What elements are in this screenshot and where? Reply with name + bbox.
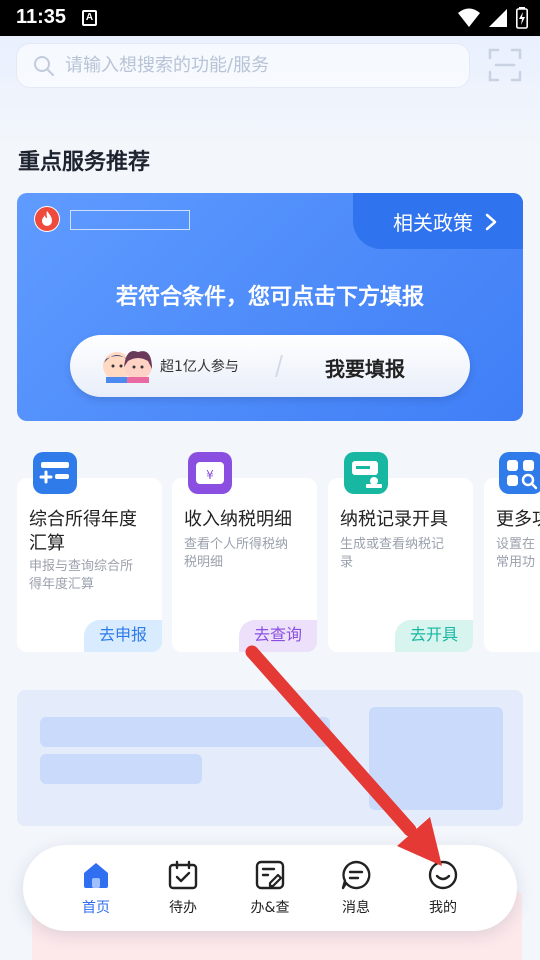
service-desc: 设置在 常用功 [496,537,536,570]
service-card-record[interactable]: 纳税记录开具 生成或查看纳税记录 去开具 [328,478,473,652]
status-bar: 11:35 A [0,0,540,36]
battery-icon [516,7,528,29]
service-title: 综合所得年度 汇算 [29,509,137,554]
edit-doc-icon [255,860,285,890]
pill-divider [275,355,283,377]
participants-text: 超1亿人参与 [160,359,239,375]
fill-report-button[interactable]: 超1亿人参与 我要填报 [70,335,470,397]
service-desc: 生成或查看纳税记录 [340,537,445,570]
nav-mine[interactable]: 我的 [408,859,478,919]
placeholder-bar [40,717,330,747]
chevron-right-icon [485,213,497,230]
nav-label: 待办 [169,900,197,916]
placeholder-image [369,707,503,810]
section-title: 重点服务推荐 [18,150,151,175]
participants-avatar-icon [103,351,152,383]
more-apps-icon [499,452,540,494]
service-title: 纳税记录开具 [340,509,448,530]
policy-link[interactable]: 相关政策 [393,207,497,236]
service-title: 更多功 [496,509,540,530]
wifi-icon [458,8,480,27]
service-card-more[interactable]: 更多功 设置在常用功 [484,478,540,652]
nav-messages[interactable]: 消息 [321,859,391,919]
fill-report-label: 我要填报 [325,357,405,381]
notification-icon: A [82,10,97,26]
income-detail-icon: ¥ [188,452,232,494]
service-card-income[interactable]: 收入纳税明细 查看个人所得税纳 税明细 去查询 [172,478,317,652]
nav-handle-query[interactable]: 办&查 [235,859,305,919]
nav-label: 我的 [429,900,457,916]
go-declare-button[interactable]: 去申报 [84,620,162,652]
message-icon [341,860,371,890]
service-title: 收入纳税明细 [184,509,292,530]
smile-face-icon [428,860,458,890]
placeholder-bar [40,754,202,784]
tax-record-icon [344,452,388,494]
promo-card: 相关政策 若符合条件，您可点击下方填报 超1亿人参与 我要填报 [17,193,523,421]
go-issue-button[interactable]: 去开具 [395,620,473,652]
status-icons [458,7,528,29]
nav-label: 办&查 [250,900,290,916]
nav-label: 首页 [82,900,110,916]
status-time: 11:35 [16,6,67,28]
promo-label-box [70,210,190,230]
nav-home[interactable]: 首页 [61,859,131,919]
nav-label: 消息 [342,900,370,916]
scan-icon[interactable] [486,46,524,84]
search-input[interactable] [65,55,445,76]
home-icon [84,863,108,888]
svg-text:¥: ¥ [206,468,214,482]
service-card-annual[interactable]: 综合所得年度 汇算 申报与查询综合所 得年度汇算 去申报 [17,478,162,652]
signal-icon [489,9,507,27]
promo-headline: 若符合条件，您可点击下方填报 [115,285,424,310]
calendar-check-icon [168,860,198,890]
go-query-button[interactable]: 去查询 [239,620,317,652]
placeholder-card [17,690,523,826]
bottom-nav: 首页 待办 办&查 消息 我的 [23,845,517,931]
service-desc: 查看个人所得税纳 税明细 [184,537,289,570]
policy-link-label: 相关政策 [393,211,473,235]
fire-icon [34,206,60,232]
annual-tax-icon [33,452,77,494]
service-desc: 申报与查询综合所 得年度汇算 [29,559,134,592]
nav-todo[interactable]: 待办 [148,859,218,919]
search-icon [34,55,54,76]
search-bar[interactable] [16,43,470,88]
